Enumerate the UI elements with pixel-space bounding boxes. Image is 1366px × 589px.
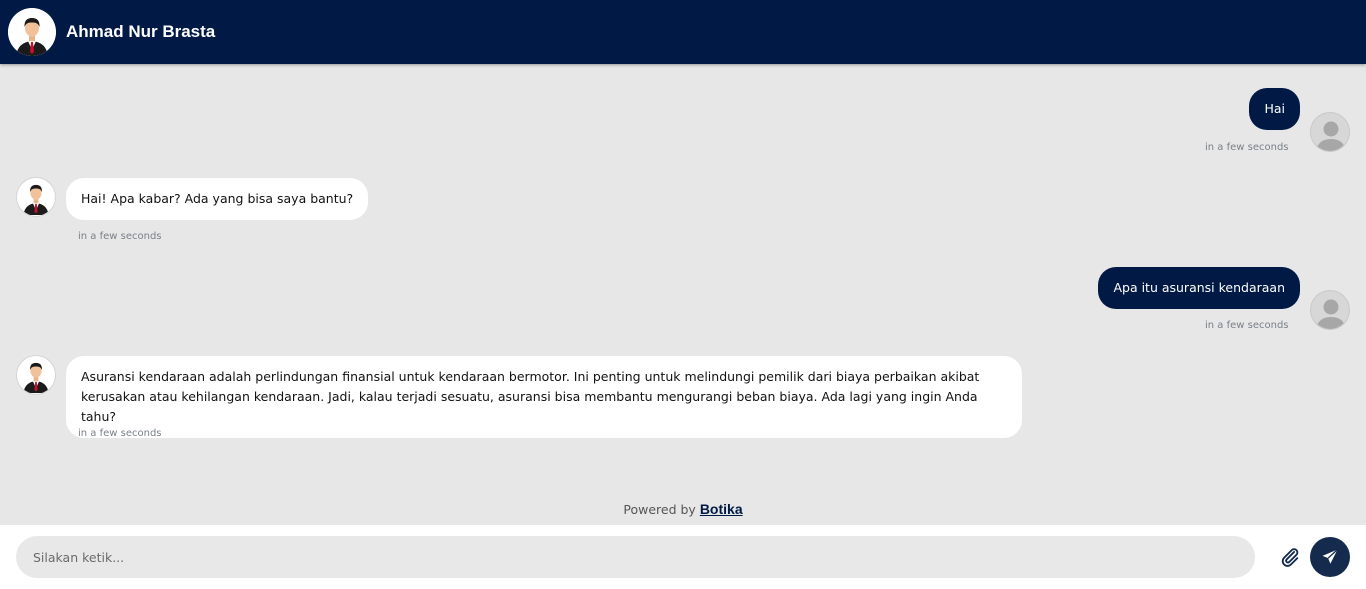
powered-by: Powered by Botika: [0, 501, 1366, 517]
paperclip-icon[interactable]: [1279, 546, 1301, 568]
user-avatar-icon: [1310, 112, 1350, 152]
chat-header: Ahmad Nur Brasta: [0, 0, 1366, 64]
message-bubble: Asuransi kendaraan adalah perlindungan f…: [66, 356, 1022, 438]
message-timestamp: in a few seconds: [1205, 142, 1289, 153]
message-user: Apa itu asuransi kendaraan: [1098, 267, 1300, 309]
bot-avatar-icon: [16, 355, 56, 395]
chat-footer: [0, 525, 1366, 589]
message-bot: Hai! Apa kabar? Ada yang bisa saya bantu…: [66, 178, 369, 220]
message-bubble: Hai: [1249, 88, 1300, 130]
businessman-avatar-icon: [8, 8, 56, 56]
powered-prefix: Powered by: [623, 502, 696, 517]
message-timestamp: in a few seconds: [78, 231, 162, 242]
message-bubble: Hai! Apa kabar? Ada yang bisa saya bantu…: [66, 178, 369, 220]
message-bubble: Apa itu asuransi kendaraan: [1098, 267, 1300, 309]
page-title: Ahmad Nur Brasta: [66, 22, 216, 41]
message-bot: Asuransi kendaraan adalah perlindungan f…: [66, 356, 1022, 438]
user-avatar-icon: [1310, 290, 1350, 330]
message-user: Hai: [1249, 88, 1300, 130]
message-timestamp: in a few seconds: [1205, 320, 1289, 331]
bot-avatar-icon: [16, 177, 56, 217]
paper-plane-icon: [1322, 549, 1338, 564]
botika-link[interactable]: Botika: [700, 501, 743, 517]
send-button[interactable]: [1310, 537, 1350, 577]
message-timestamp: in a few seconds: [78, 428, 162, 439]
message-input[interactable]: [16, 536, 1255, 578]
